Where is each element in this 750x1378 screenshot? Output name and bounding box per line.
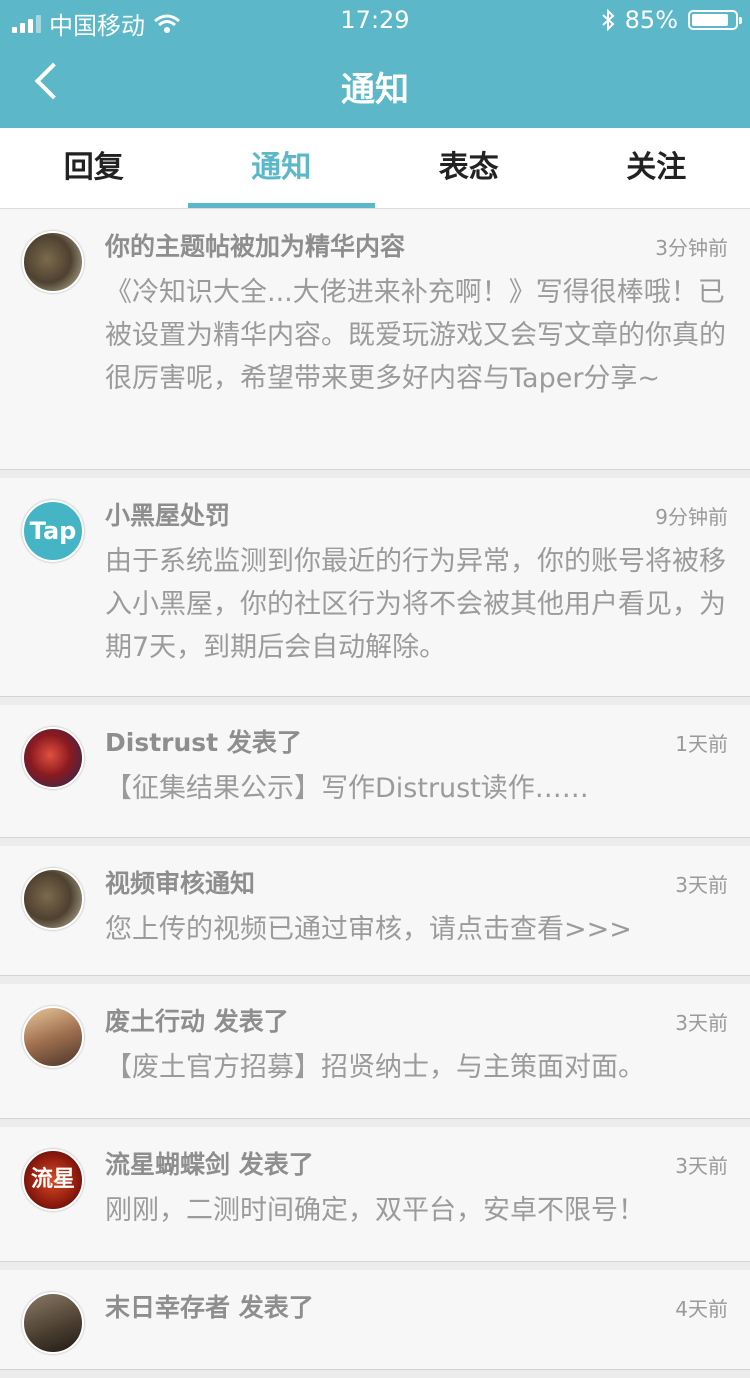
notification-time: 1天前 [675, 728, 728, 757]
distrust-avatar [22, 727, 84, 789]
notification-body: 刚刚，二测时间确定，双平台，安卓不限号！ [105, 1189, 728, 1232]
soldier-dog-avatar [22, 868, 84, 930]
bluetooth-icon [601, 9, 615, 31]
notification-time: 3分钟前 [655, 232, 728, 261]
notification-time: 4天前 [675, 1293, 728, 1322]
notification-body: 您上传的视频已通过审核，请点击查看>>> [105, 908, 728, 951]
list-item[interactable]: 你的主题帖被加为精华内容 3分钟前 《冷知识大全...大佬进来补充啊！》写得很棒哦… [0, 209, 750, 470]
tab-reaction[interactable]: 表态 [375, 128, 563, 208]
list-item[interactable]: Distrust 发表了 1天前 【征集结果公示】写作Distrust读作…… [0, 705, 750, 838]
notification-time: 3天前 [675, 869, 728, 898]
taptap-logo-avatar: Tap [22, 500, 84, 562]
soldier-dog-avatar [22, 231, 84, 293]
notification-time: 3天前 [675, 1007, 728, 1036]
list-item[interactable]: Tap 小黑屋处罚 9分钟前 由于系统监测到你最近的行为异常，你的账号将被移入小黑… [0, 478, 750, 697]
nav-bar: 通知 [0, 40, 750, 128]
notification-body: 【征集结果公示】写作Distrust读作…… [105, 767, 728, 810]
notification-title: 小黑屋处罚 [105, 496, 230, 532]
status-bar: 中国移动 17:29 85% [0, 0, 750, 40]
list-item[interactable]: 流星 流星蝴蝶剑 发表了 3天前 刚刚，二测时间确定，双平台，安卓不限号！ [0, 1127, 750, 1262]
list-item[interactable]: 废土行动 发表了 3天前 【废土官方招募】招贤纳士，与主策面对面。 [0, 984, 750, 1119]
notification-body: 《冷知识大全...大佬进来补充啊！》写得很棒哦！已被设置为精华内容。既爱玩游戏又… [105, 271, 728, 400]
list-item[interactable]: 末日幸存者 发表了 4天前 [0, 1270, 750, 1370]
tab-notification[interactable]: 通知 [188, 128, 376, 208]
notification-title: 末日幸存者 发表了 [105, 1288, 314, 1324]
notification-body: 由于系统监测到你最近的行为异常，你的账号将被移入小黑屋，你的社区行为将不会被其他… [105, 540, 728, 669]
doomsday-survivor-avatar [22, 1292, 84, 1354]
notification-title: Distrust 发表了 [105, 723, 302, 759]
notification-title: 你的主题帖被加为精华内容 [105, 227, 405, 263]
meteor-sword-avatar: 流星 [22, 1149, 84, 1211]
notification-body: 【废土官方招募】招贤纳士，与主策面对面。 [105, 1046, 728, 1089]
wasteland-avatar [22, 1006, 84, 1068]
tab-bar: 回复 通知 表态 关注 [0, 128, 750, 209]
notification-title: 流星蝴蝶剑 发表了 [105, 1145, 314, 1181]
tab-reply[interactable]: 回复 [0, 128, 188, 208]
notification-list: 你的主题帖被加为精华内容 3分钟前 《冷知识大全...大佬进来补充啊！》写得很棒哦… [0, 209, 750, 1378]
notification-title: 废土行动 发表了 [105, 1002, 289, 1038]
page-title: 通知 [0, 62, 750, 111]
battery-percent: 85% [625, 6, 678, 34]
battery-icon [688, 10, 738, 30]
notification-time: 9分钟前 [655, 501, 728, 530]
notification-title: 视频审核通知 [105, 864, 255, 900]
list-item[interactable]: 视频审核通知 3天前 您上传的视频已通过审核，请点击查看>>> [0, 846, 750, 976]
tab-follow[interactable]: 关注 [563, 128, 750, 208]
notification-time: 3天前 [675, 1150, 728, 1179]
